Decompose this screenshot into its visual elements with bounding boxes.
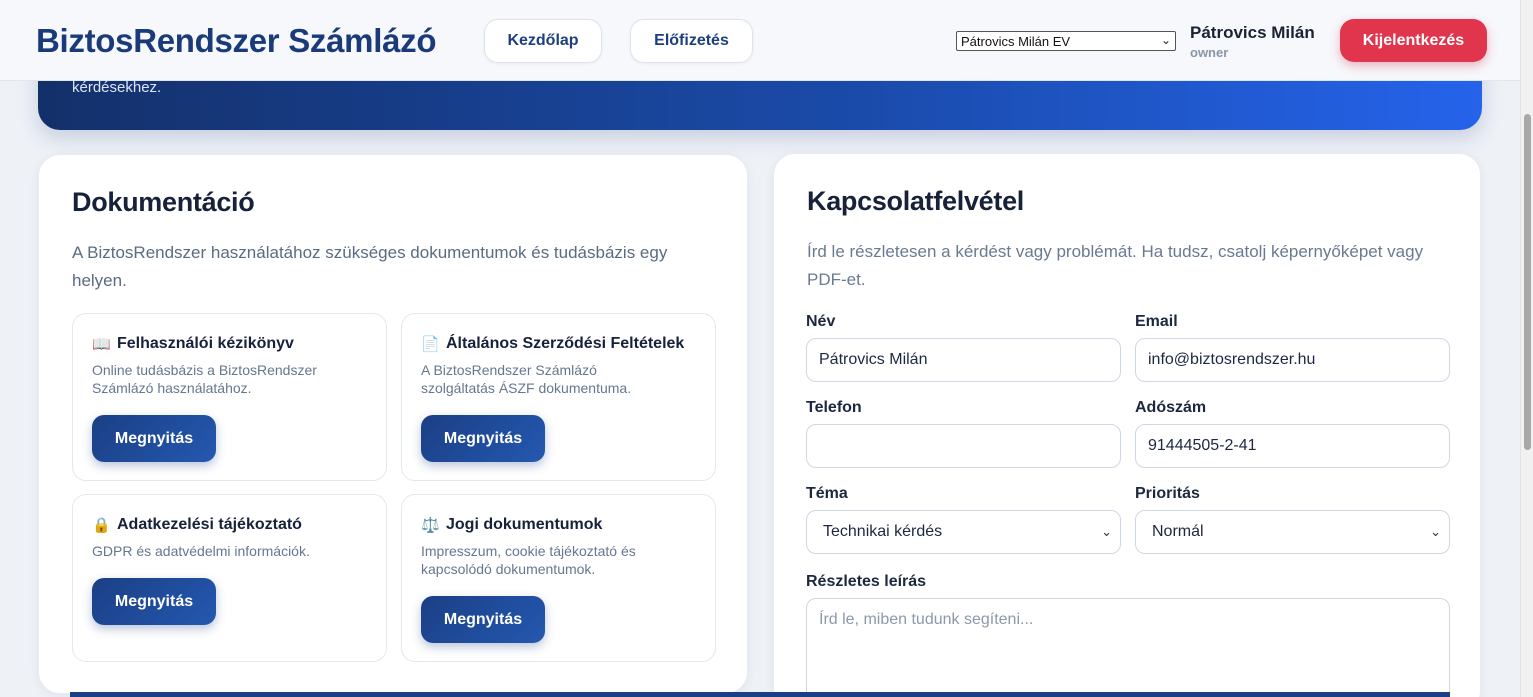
details-label: Részletes leírás <box>806 573 927 590</box>
logout-button[interactable]: Kijelentkezés <box>1340 19 1487 62</box>
doc-tile-title: 📖 Felhasználói kézikönyv <box>92 335 294 353</box>
priority-label: Prioritás <box>1135 485 1200 502</box>
book-icon: 📖 <box>92 336 111 353</box>
chevron-down-icon: ⌄ <box>1160 33 1171 47</box>
user-name: Pátrovics Milán <box>1190 23 1315 42</box>
open-terms-button[interactable]: Megnyitás <box>421 415 545 462</box>
doc-tile-description: Impresszum, cookie tájékoztató és kapcso… <box>421 543 636 577</box>
doc-tile-legal: ⚖️ Jogi dokumentumok Impresszum, cookie … <box>401 494 716 662</box>
document-icon: 📄 <box>421 336 440 353</box>
email-label: Email <box>1135 313 1178 330</box>
company-select-value: Pátrovics Milán EV <box>961 33 1071 49</box>
doc-tile-title: 📄 Általános Szerződési Feltételek <box>421 335 684 353</box>
doc-tile-description: A BiztosRendszer Számlázó szolgáltatás Á… <box>421 362 632 396</box>
open-privacy-button[interactable]: Megnyitás <box>92 578 216 625</box>
topic-label: Téma <box>806 485 848 502</box>
doc-tile-title-text: Adatkezelési tájékoztató <box>117 516 302 533</box>
open-legal-button[interactable]: Megnyitás <box>421 596 545 643</box>
contact-card: Kapcsolatfelvétel Írd le részletesen a k… <box>773 153 1481 697</box>
open-user-manual-button[interactable]: Megnyitás <box>92 415 216 462</box>
nav-home-button[interactable]: Kezdőlap <box>484 19 602 63</box>
tax-number-field[interactable]: 91444505-2-41 <box>1135 424 1450 468</box>
doc-tile-user-manual: 📖 Felhasználói kézikönyv Online tudásbáz… <box>72 313 387 481</box>
phone-field[interactable] <box>806 424 1121 468</box>
doc-tile-description: GDPR és adatvédelmi információk. <box>92 543 310 559</box>
chevron-down-icon: ⌄ <box>1430 524 1441 539</box>
priority-select-value: Normál <box>1152 523 1204 540</box>
top-navigation-bar: BiztosRendszer Számlázó Kezdőlap Előfize… <box>0 0 1520 81</box>
tax-number-label: Adószám <box>1135 399 1207 416</box>
user-role: owner <box>1190 45 1229 60</box>
doc-tile-title: ⚖️ Jogi dokumentumok <box>421 516 602 534</box>
doc-tile-terms: 📄 Általános Szerződési Feltételek A Bizt… <box>401 313 716 481</box>
next-section-edge <box>70 692 1450 697</box>
documentation-title: Dokumentáció <box>72 187 255 217</box>
chevron-down-icon: ⌄ <box>1101 524 1112 539</box>
doc-tile-title-text: Általános Szerződési Feltételek <box>446 335 685 352</box>
name-field[interactable]: Pátrovics Milán <box>806 338 1121 382</box>
brand-logo[interactable]: BiztosRendszer Számlázó <box>36 22 437 60</box>
topic-select-value: Technikai kérdés <box>823 523 943 540</box>
priority-select[interactable]: Normál ⌄ <box>1135 510 1450 554</box>
nav-subscription-button[interactable]: Előfizetés <box>630 19 753 63</box>
contact-description: Írd le részletesen a kérdést vagy problé… <box>807 242 1424 289</box>
doc-tile-description: Online tudásbázis a BiztosRendszer Száml… <box>92 362 317 396</box>
doc-tile-title-text: Felhasználói kézikönyv <box>117 335 294 352</box>
lock-icon: 🔒 <box>92 517 111 534</box>
scrollbar-thumb[interactable] <box>1524 114 1531 450</box>
topic-select[interactable]: Technikai kérdés ⌄ <box>806 510 1121 554</box>
email-field[interactable]: info@biztosrendszer.hu <box>1135 338 1450 382</box>
company-select[interactable]: Pátrovics Milán EV ⌄ <box>956 31 1176 51</box>
documentation-description: A BiztosRendszer használatához szükséges… <box>72 243 668 290</box>
doc-tile-title: 🔒 Adatkezelési tájékoztató <box>92 516 302 534</box>
name-label: Név <box>806 313 836 330</box>
doc-tile-title-text: Jogi dokumentumok <box>446 516 603 533</box>
documentation-card: Dokumentáció A BiztosRendszer használatá… <box>38 154 748 694</box>
phone-label: Telefon <box>806 399 862 416</box>
scales-icon: ⚖️ <box>421 517 440 534</box>
doc-tile-privacy: 🔒 Adatkezelési tájékoztató GDPR és adatv… <box>72 494 387 662</box>
contact-title: Kapcsolatfelvétel <box>807 186 1024 216</box>
hero-text: kérdésekhez. <box>72 79 162 96</box>
details-textarea[interactable]: Írd le, miben tudunk segíteni... <box>806 598 1450 697</box>
vertical-scrollbar[interactable] <box>1520 0 1533 697</box>
